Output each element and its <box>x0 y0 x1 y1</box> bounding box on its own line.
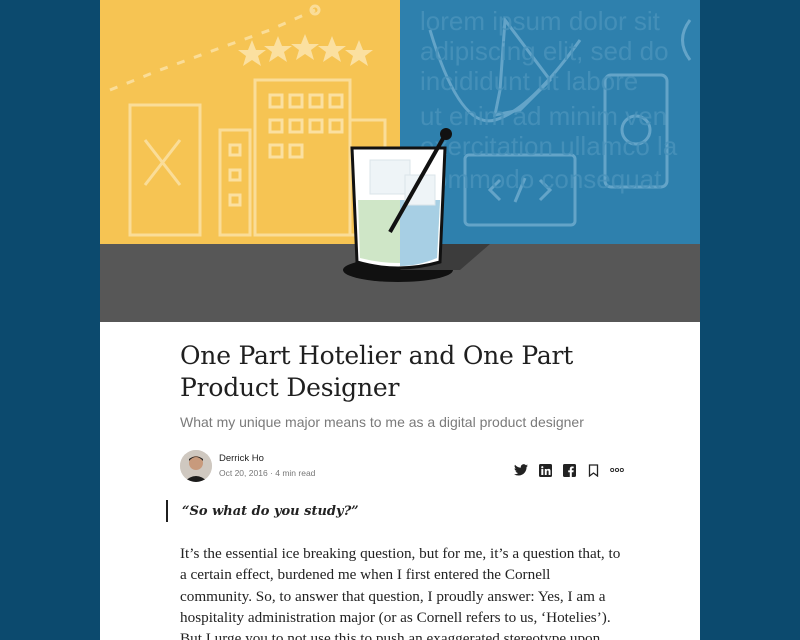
more-icon[interactable] <box>610 463 624 477</box>
hero-illustration: lorem ipsum dolor sit adipiscing elit, s… <box>100 0 700 322</box>
publish-date: Oct 20, 2016 <box>219 468 268 478</box>
pull-quote: “So what do you study?” <box>166 500 642 522</box>
twitter-icon[interactable] <box>514 463 528 477</box>
svg-text:lorem ipsum dolor sit: lorem ipsum dolor sit <box>420 6 661 36</box>
article-header: One Part Hotelier and One Part Product D… <box>180 340 624 484</box>
avatar[interactable] <box>180 450 212 482</box>
svg-text:commodo consequat: commodo consequat <box>420 164 662 194</box>
article-subtitle: What my unique major means to me as a di… <box>180 414 584 430</box>
bookmark-icon[interactable] <box>586 463 600 477</box>
svg-text:exercitation ullamco la: exercitation ullamco la <box>420 131 678 161</box>
read-time: 4 min read <box>275 468 316 478</box>
article-title: One Part Hotelier and One Part Product D… <box>180 341 574 402</box>
linkedin-icon[interactable] <box>538 463 552 477</box>
byline: Derrick Ho Oct 20, 2016 · 4 min read <box>180 450 624 484</box>
article-body: It’s the essential ice breaking question… <box>180 545 621 640</box>
svg-text:incididunt ut labore: incididunt ut labore <box>420 66 638 96</box>
avatar-image <box>180 450 212 482</box>
author-name[interactable]: Derrick Ho <box>219 453 264 464</box>
svg-text:adipiscing elit, sed do: adipiscing elit, sed do <box>420 36 669 66</box>
svg-text:ut enim ad minim ven: ut enim ad minim ven <box>420 101 667 131</box>
article-meta: Oct 20, 2016 · 4 min read <box>219 468 315 478</box>
share-bar <box>514 462 624 478</box>
article-page: lorem ipsum dolor sit adipiscing elit, s… <box>100 0 700 640</box>
facebook-icon[interactable] <box>562 463 576 477</box>
pull-quote-text: “So what do you study?” <box>182 504 359 519</box>
